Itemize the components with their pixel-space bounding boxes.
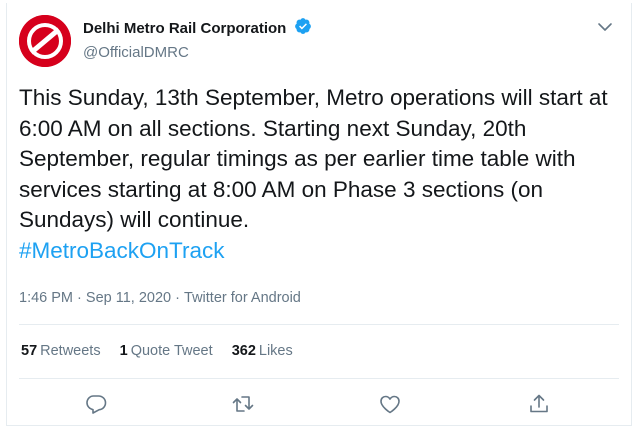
chevron-down-icon[interactable] xyxy=(593,15,617,39)
quote-tweets-label: Quote Tweet xyxy=(130,343,213,359)
meta-separator: · xyxy=(175,290,180,306)
reply-icon[interactable] xyxy=(81,389,111,419)
tweet-meta: 1:46 PM · Sep 11, 2020 · Twitter for And… xyxy=(19,290,301,306)
tweet-date[interactable]: Sep 11, 2020 xyxy=(86,290,171,306)
retweets-count: 57 xyxy=(21,343,38,359)
action-bar xyxy=(7,389,631,419)
avatar[interactable] xyxy=(19,15,71,67)
tweet-text: This Sunday, 13th September, Metro opera… xyxy=(19,85,608,232)
tweet-source[interactable]: Twitter for Android xyxy=(184,290,301,306)
tweet-card: Delhi Metro Rail Corporation @OfficialDM… xyxy=(6,3,632,426)
dmrc-logo-icon xyxy=(19,15,71,67)
quote-tweets-stat[interactable]: 1 Quote Tweet xyxy=(120,343,213,359)
retweets-label: Retweets xyxy=(40,343,101,359)
retweets-stat[interactable]: 57 Retweets xyxy=(21,343,101,359)
hashtag-link[interactable]: #MetroBackOnTrack xyxy=(19,236,619,267)
verified-badge-icon xyxy=(294,17,312,40)
tweet-body: This Sunday, 13th September, Metro opera… xyxy=(19,83,619,266)
display-name[interactable]: Delhi Metro Rail Corporation xyxy=(83,20,286,37)
retweet-icon[interactable] xyxy=(228,389,258,419)
share-icon[interactable] xyxy=(524,389,554,419)
likes-count: 362 xyxy=(231,343,256,359)
divider xyxy=(19,324,619,325)
likes-label: Likes xyxy=(258,343,293,359)
heart-icon[interactable] xyxy=(375,389,405,419)
tweet-stats: 57 Retweets 1 Quote Tweet 362 Likes xyxy=(21,343,308,359)
likes-stat[interactable]: 362 Likes xyxy=(232,343,293,359)
quote-tweets-count: 1 xyxy=(119,343,128,359)
meta-separator: · xyxy=(77,290,82,306)
author-block: Delhi Metro Rail Corporation @OfficialDM… xyxy=(83,17,312,61)
tweet-time[interactable]: 1:46 PM xyxy=(19,290,73,306)
divider xyxy=(19,378,619,379)
handle[interactable]: @OfficialDMRC xyxy=(83,44,312,61)
